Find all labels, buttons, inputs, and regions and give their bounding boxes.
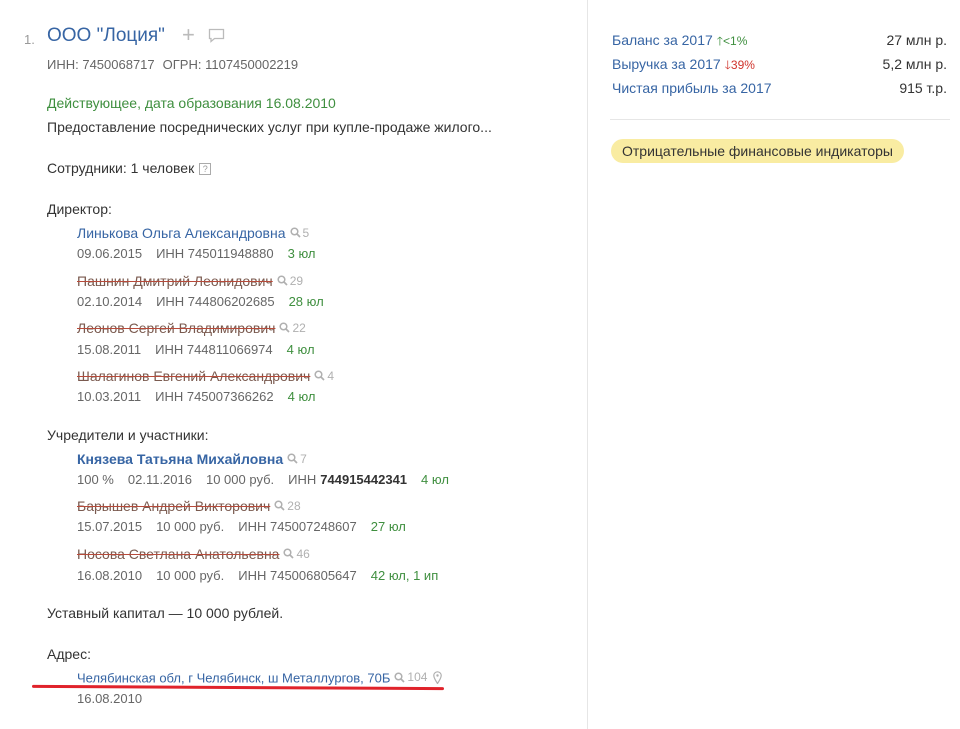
director-meta: 15.08.2011 ИНН 744811066974 4 юл [77,342,329,357]
finance-row-balance: Баланс за 2017 🡑<1% 27 млн р. [612,32,947,53]
address-line: Челябинская обл, г Челябинск, ш Металлур… [77,670,443,686]
director-name: Леонов Сергей Владимирович 22 [77,320,306,336]
search-count[interactable]: 5 [289,226,309,240]
company-inn: ИНН: 7450068717 [47,57,155,72]
founder-links: 27 юл [370,519,406,534]
founder-inn: ИНН 744915442341 [288,472,408,487]
help-icon[interactable]: ? [199,163,212,175]
company-card: 1. ООО "Лоция" + ИНН: 7450068717 ОГРН: 11… [0,0,587,729]
search-count[interactable]: 4 [314,369,334,383]
founder-inn: ИНН 745007248607 [238,519,357,534]
director-links: 4 юл [286,342,315,357]
founder-inn: ИНН 745006805647 [238,568,357,583]
founder-amount: 10 000 руб. [156,519,225,534]
search-icon [314,370,325,381]
person-link[interactable]: Шалагинов Евгений Александрович [77,368,310,384]
search-icon [287,453,298,464]
person-link[interactable]: Князева Татьяна Михайловна [77,451,283,467]
comment-icon[interactable] [208,28,225,48]
search-count[interactable]: 104 [394,670,427,684]
search-icon [274,500,285,511]
company-name-link[interactable]: ООО "Лоция" [47,25,165,47]
director-links: 28 юл [288,294,324,309]
founder-links: 42 юл, 1 ип [370,568,439,583]
director-date: 09.06.2015 [77,246,143,261]
search-count[interactable]: 46 [283,547,310,561]
finance-panel: Баланс за 2017 🡑<1% 27 млн р. Выручка за … [588,0,960,729]
founder-name: Носова Светлана Анатольевна 46 [77,546,310,562]
director-inn: ИНН 744811066974 [155,342,273,357]
employees-count: Сотрудники: 1 человек? [47,160,212,176]
person-link[interactable]: Пашнин Дмитрий Леонидович [77,273,273,289]
map-pin-icon[interactable] [433,670,443,685]
trend-down-icon: 🡓39% [724,58,755,72]
search-icon [283,548,295,559]
founder-date: 15.07.2015 [77,519,143,534]
founder-meta: 15.07.2015 10 000 руб. ИНН 745007248607 27 … [77,519,420,534]
director-links: 3 юл [287,246,316,261]
address-date: 16.08.2010 [77,691,143,706]
add-icon[interactable]: + [182,24,195,46]
search-count[interactable]: 22 [279,321,306,335]
finance-value: 915 т.р. [899,80,947,96]
company-activity: Предоставление посреднических услуг при … [47,119,492,135]
person-link[interactable]: Линькова Ольга Александровна [77,225,286,241]
director-inn: ИНН 744806202685 [156,294,275,309]
founder-name: Барышев Андрей Викторович 28 [77,498,301,514]
director-inn: ИНН 745011948880 [156,246,274,261]
director-meta: 10.03.2011 ИНН 745007366262 4 юл [77,389,330,404]
founder-share: 100 % [77,472,114,487]
founder-date: 16.08.2010 [77,568,143,583]
trend-up-icon: 🡑<1% [716,34,748,48]
person-link[interactable]: Носова Светлана Анатольевна [77,546,279,562]
finance-label-link[interactable]: Чистая прибыль за 2017 [612,80,772,96]
director-name: Шалагинов Евгений Александрович 4 [77,368,334,384]
divider [610,119,950,120]
negative-indicators-badge[interactable]: Отрицательные финансовые индикаторы [611,139,904,163]
founder-amount: 10 000 руб. [205,472,275,487]
founder-links: 4 юл [421,472,449,487]
person-link[interactable]: Леонов Сергей Владимирович [77,320,275,336]
authorized-capital: Уставный капитал — 10 000 рублей. [47,605,284,621]
director-inn: ИНН 745007366262 [155,389,274,404]
finance-label-link[interactable]: Выручка за 2017 [612,56,721,72]
search-icon [289,227,301,238]
founder-amount: 10 000 руб. [156,568,225,583]
search-icon [394,671,405,683]
finance-row-profit: Чистая прибыль за 2017 915 т.р. [612,80,947,96]
address-heading: Адрес: [47,646,91,662]
founder-name: Князева Татьяна Михайловна 7 [77,451,307,467]
employees-label: Сотрудники: 1 человек [47,160,195,176]
director-date: 15.08.2011 [77,342,142,357]
finance-row-revenue: Выручка за 2017 🡓39% 5,2 млн р. [612,56,947,77]
search-count[interactable]: 28 [274,499,301,513]
finance-value: 5,2 млн р. [882,56,947,72]
director-date: 02.10.2014 [77,294,143,309]
director-meta: 09.06.2015 ИНН 745011948880 3 юл [77,246,330,261]
finance-value: 27 млн р. [886,32,947,48]
company-ogrn: ОГРН: 1107450002219 [162,57,299,72]
director-date: 10.03.2011 [77,389,142,404]
company-ids: ИНН: 7450068717 ОГРН: 1107450002219 [47,57,298,72]
search-count[interactable]: 29 [277,274,303,288]
founders-heading: Учредители и участники: [47,427,209,443]
founder-date: 02.11.2016 [127,472,192,487]
directors-heading: Директор: [47,201,112,217]
search-icon [279,322,291,333]
director-links: 4 юл [287,389,316,404]
director-name: Линькова Ольга Александровна 5 [77,225,309,241]
founder-meta: 16.08.2010 10 000 руб. ИНН 745006805647 42 … [77,568,452,583]
finance-label-link[interactable]: Баланс за 2017 [612,32,713,48]
director-name: Пашнин Дмитрий Леонидович 29 [77,273,303,289]
founder-meta: 100 % 02.11.2016 10 000 руб. ИНН 74491544234… [77,472,463,487]
company-status: Действующее, дата образования 16.08.2010 [47,95,336,111]
search-count[interactable]: 7 [287,452,307,466]
director-meta: 02.10.2014 ИНН 744806202685 28 юл [77,294,338,309]
address-link[interactable]: Челябинская обл, г Челябинск, ш Металлур… [77,671,390,686]
highlight-underline [31,684,445,691]
search-icon [277,275,288,286]
result-number: 1. [24,32,35,47]
person-link[interactable]: Барышев Андрей Викторович [77,498,270,514]
